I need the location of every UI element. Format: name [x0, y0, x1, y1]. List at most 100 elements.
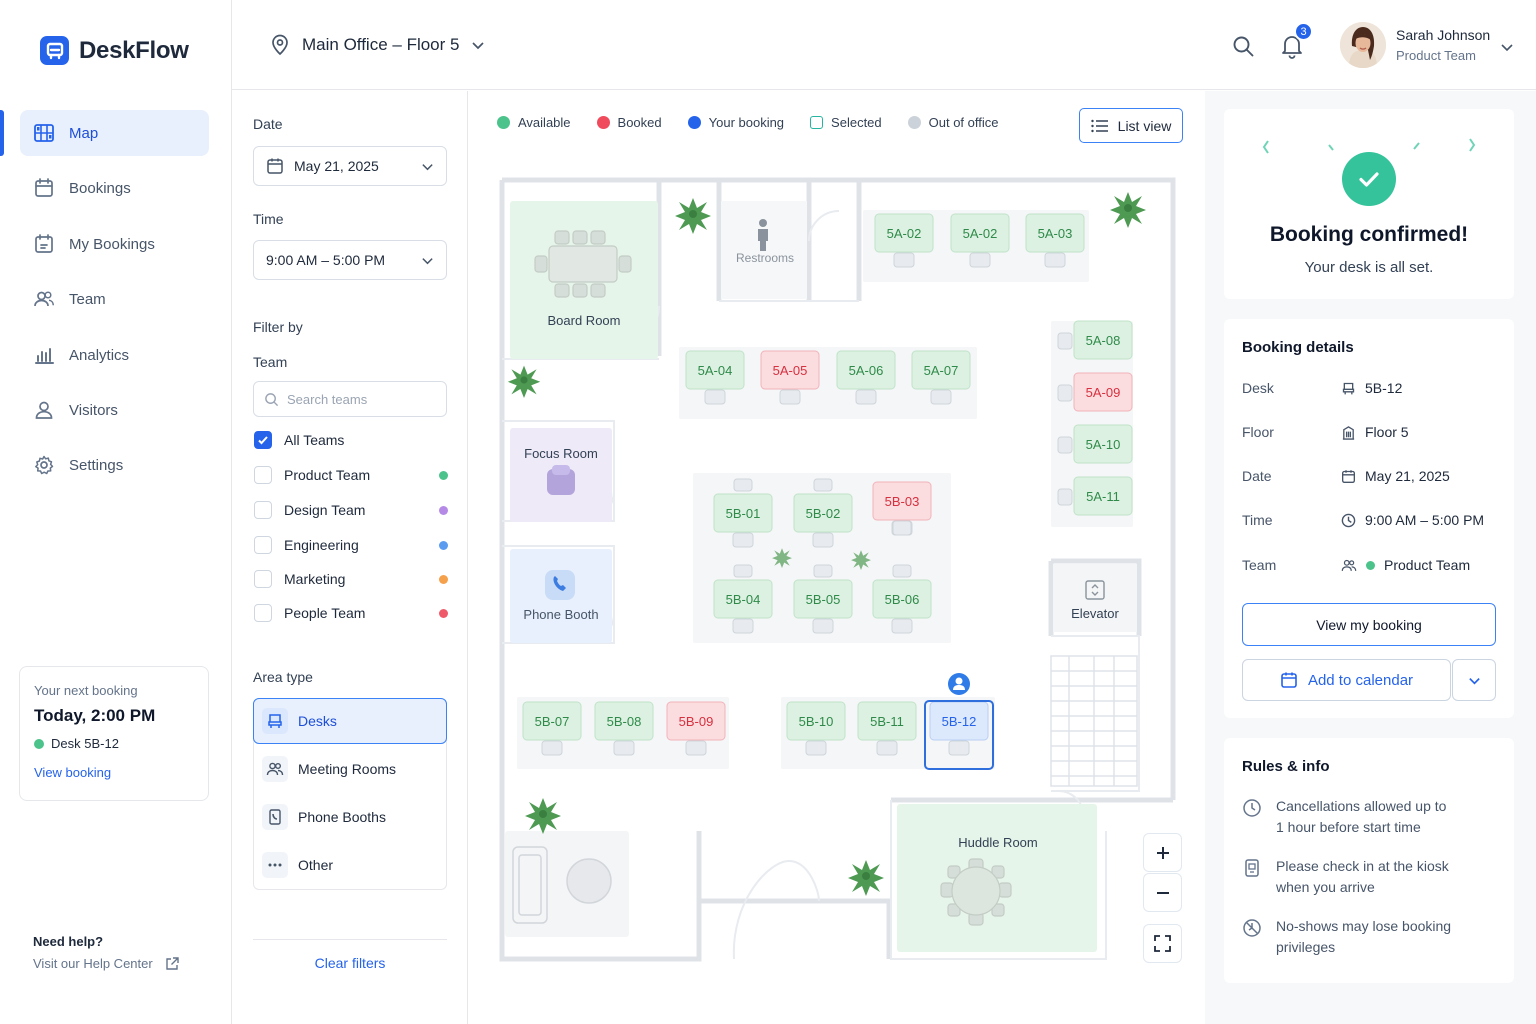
desk-chair — [930, 389, 952, 405]
sidebar-item-label: Bookings — [69, 179, 131, 197]
detail-value: Product Team — [1384, 557, 1471, 573]
time-picker[interactable]: 9:00 AM – 5:00 PM — [253, 240, 447, 280]
checkbox[interactable] — [254, 604, 272, 622]
sidebar-item-label: Visitors — [69, 401, 118, 419]
sidebar-item-team[interactable]: Team — [20, 276, 209, 322]
desk-chair — [813, 564, 833, 578]
desk-label: 5A-04 — [698, 363, 733, 378]
search-button[interactable] — [1231, 34, 1257, 60]
avatar[interactable] — [1340, 22, 1386, 68]
phone-icon — [545, 570, 575, 600]
time-label: Time — [253, 211, 284, 227]
team-color-dot — [439, 540, 448, 550]
team-search-input[interactable] — [287, 391, 427, 407]
sidebar-item-analytics[interactable]: Analytics — [20, 332, 209, 378]
your-booking-pin — [948, 673, 970, 695]
sidebar-item-settings[interactable]: Settings — [20, 442, 209, 488]
user-menu-chevron-icon[interactable] — [1500, 40, 1514, 54]
active-nav-indicator — [0, 110, 4, 156]
sidebar-item-map[interactable]: Map — [20, 110, 209, 156]
sidebar-item-label: Settings — [69, 456, 124, 474]
area-type-other[interactable]: Other — [254, 842, 448, 888]
date-picker[interactable]: May 21, 2025 — [253, 146, 447, 186]
add-to-calendar-label: Add to calendar — [1307, 671, 1414, 689]
team-filter-engineering[interactable]: Engineering — [254, 534, 448, 556]
area-type-phone-booths[interactable]: Phone Booths — [254, 794, 448, 840]
detail-value: Floor 5 — [1365, 424, 1409, 440]
area-type-desks[interactable]: Desks — [253, 698, 447, 744]
room-label-huddle: Huddle Room — [958, 835, 1038, 850]
checkbox-checked[interactable] — [254, 431, 272, 449]
detail-key: Date — [1242, 468, 1272, 484]
fullscreen-button[interactable] — [1143, 924, 1182, 963]
detail-value: 5B-12 — [1365, 380, 1403, 396]
next-booking-desk-label: Desk 5B-12 — [51, 736, 119, 751]
desk-chair — [969, 252, 991, 268]
area-type-label: Desks — [298, 713, 337, 729]
team-filter-design[interactable]: Design Team — [254, 499, 448, 521]
desk-chair — [1057, 488, 1073, 506]
chair-icon — [1342, 382, 1355, 394]
checkbox[interactable] — [254, 570, 272, 588]
desk-label: 5B-04 — [726, 592, 761, 607]
calendar-icon — [267, 158, 283, 174]
add-to-calendar-button[interactable]: Add to calendar — [1242, 659, 1451, 701]
clear-filters-button[interactable]: Clear filters — [232, 955, 468, 971]
desk-chair — [891, 618, 913, 634]
desk-label: 5B-12 — [942, 714, 977, 729]
chair-icon — [262, 708, 288, 734]
clock-icon — [1341, 513, 1356, 527]
sidebar-item-bookings[interactable]: Bookings — [20, 165, 209, 211]
view-booking-link[interactable]: View booking — [34, 765, 194, 780]
sidebar-item-my-bookings[interactable]: My Bookings — [20, 221, 209, 267]
area-type-label: Meeting Rooms — [298, 761, 397, 777]
area-type-meeting-rooms[interactable]: Meeting Rooms — [254, 746, 448, 792]
detail-key: Floor — [1242, 424, 1274, 440]
team-filter-product[interactable]: Product Team — [254, 464, 448, 486]
zoom-out-button[interactable] — [1143, 873, 1182, 912]
app-name: DeskFlow — [79, 36, 189, 64]
team-filter-all-teams[interactable]: All Teams — [254, 429, 448, 451]
team-search-field[interactable] — [253, 381, 447, 417]
checkbox[interactable] — [254, 536, 272, 554]
desk-chair — [1057, 332, 1073, 350]
desk-chair — [893, 252, 915, 268]
help-center-link[interactable]: Visit our Help Center — [33, 956, 179, 971]
deskflow-logo-icon — [40, 36, 69, 65]
user-name: Sarah Johnson — [1396, 27, 1491, 43]
desk-label: 5A-07 — [924, 363, 959, 378]
app-logo[interactable]: DeskFlow — [40, 36, 189, 65]
view-my-booking-button[interactable]: View my booking — [1242, 603, 1496, 646]
zoom-in-button[interactable] — [1143, 833, 1182, 872]
phone-booth-icon — [262, 804, 288, 830]
sidebar-item-label: Map — [69, 124, 99, 142]
map-icon — [34, 124, 54, 142]
detail-value: 9:00 AM – 5:00 PM — [1365, 512, 1485, 528]
desk-chair — [892, 564, 912, 578]
room-label-restrooms: Restrooms — [736, 251, 794, 265]
area-type-list: Desks Meeting Rooms Phone Booths Other — [253, 698, 447, 890]
location-selector[interactable]: Main Office – Floor 5 — [270, 34, 485, 56]
sidebar-item-label: My Bookings — [69, 235, 155, 253]
calendar-options-dropdown[interactable] — [1452, 659, 1496, 701]
team-filter-label: People Team — [284, 605, 366, 621]
top-header: Main Office – Floor 5 3 Sarah Johnson Pr… — [232, 0, 1536, 90]
user-menu[interactable]: Sarah Johnson Product Team — [1396, 27, 1490, 63]
desk-chair — [732, 618, 754, 634]
booking-details-card: Booking details Desk 5B-12 Floor Floor 5… — [1224, 319, 1514, 718]
users-icon — [34, 291, 55, 307]
sidebar-item-label: Analytics — [69, 346, 130, 364]
desk-label: 5A-02 — [887, 226, 922, 241]
desk-label: 5A-10 — [1086, 437, 1121, 452]
sidebar-item-visitors[interactable]: Visitors — [20, 387, 209, 433]
checkbox[interactable] — [254, 501, 272, 519]
team-filter-people[interactable]: People Team — [254, 602, 448, 624]
checkbox[interactable] — [254, 466, 272, 484]
rule-item: Please check in at the kiosk when you arr… — [1242, 856, 1502, 898]
rule-text: Cancellations allowed up to — [1276, 798, 1447, 814]
desk-label: 5B-07 — [535, 714, 570, 729]
notification-badge: 3 — [1294, 22, 1313, 41]
gear-icon — [35, 455, 54, 475]
team-filter-marketing[interactable]: Marketing — [254, 568, 448, 590]
desk-chair — [812, 532, 834, 548]
